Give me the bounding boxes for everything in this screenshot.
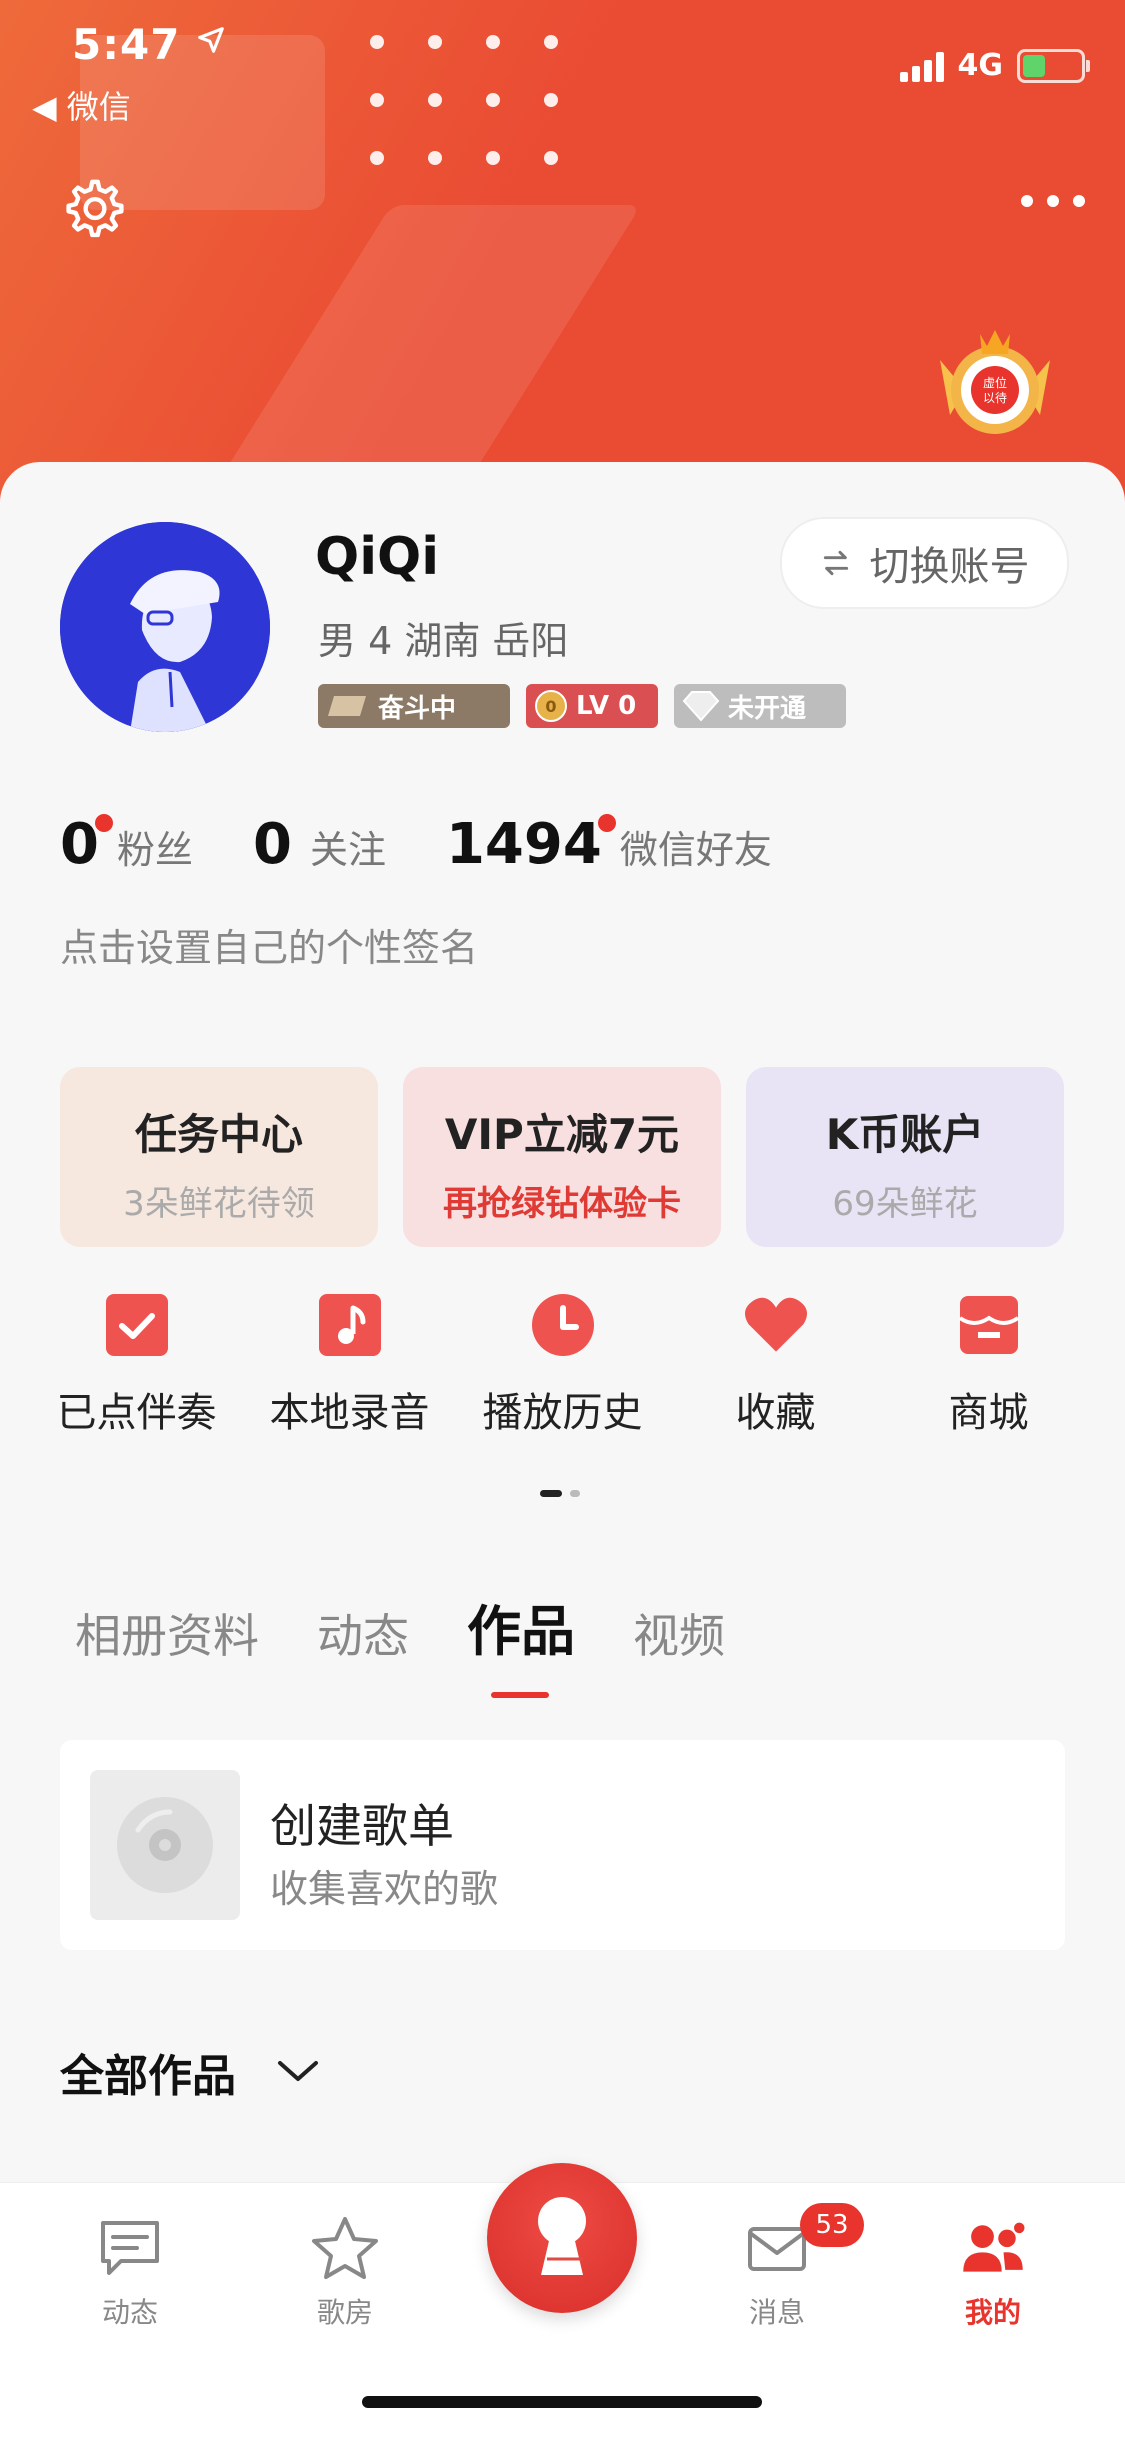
fans-red-dot [94, 814, 113, 832]
fans-label[interactable]: 粉丝 [117, 819, 193, 874]
swap-arrows-icon [823, 550, 848, 576]
svg-text:0: 0 [545, 697, 556, 716]
network-type: 4G [957, 48, 1004, 83]
nav-rooms[interactable]: 歌房 [270, 2213, 420, 2331]
battery-icon [1017, 48, 1090, 83]
quick-item-local-recording[interactable]: 本地录音 [243, 1292, 456, 1438]
playlist-subtitle: 收集喜欢的歌 [270, 1867, 499, 1911]
kcoin-account-card[interactable]: K币账户 69朵鲜花 [746, 1067, 1064, 1247]
quick-item-favorites[interactable]: 收藏 [669, 1292, 882, 1438]
store-icon [958, 1296, 1019, 1354]
page-indicator [540, 1490, 580, 1497]
star-icon [312, 2217, 378, 2279]
music-note-icon [318, 1294, 381, 1356]
all-works-dropdown[interactable]: 全部作品 [60, 2040, 320, 2104]
chevron-down-icon [278, 2061, 318, 2081]
promo-title: 任务中心 [134, 1110, 303, 1159]
promo-subtitle: 69朵鲜花 [832, 1184, 978, 1224]
settings-gear-icon[interactable] [62, 175, 128, 241]
badge-text-line2: 以待 [983, 391, 1007, 405]
badge-text-line1: 虚位 [983, 375, 1007, 390]
status-indicators: 4G [899, 48, 1090, 83]
username: QiQi [315, 527, 440, 587]
friends-label[interactable]: 微信好友 [620, 819, 772, 874]
promo-title: VIP立减7元 [444, 1110, 680, 1159]
friends-count[interactable]: 1494 [446, 812, 616, 877]
diamond-icon [682, 691, 720, 722]
user-info: 男 4 湖南 岳阳 [318, 619, 569, 663]
tab-works[interactable]: 作品 [467, 1587, 575, 1698]
vip-tag[interactable]: 未开通 [674, 684, 846, 728]
nav-feed[interactable]: 动态 [55, 2213, 205, 2331]
avatar[interactable] [60, 522, 270, 732]
clock-icon [531, 1294, 594, 1356]
profile-card: QiQi 男 4 湖南 岳阳 切换账号 奋斗中 0 LV 0 未开通 0 粉丝 … [0, 462, 1125, 2182]
friends-red-dot [597, 814, 616, 832]
home-indicator[interactable] [362, 2396, 762, 2408]
people-icon [963, 2220, 1027, 2272]
heart-icon [744, 1297, 807, 1352]
crown-badge-icon[interactable]: 虚位 以待 [930, 320, 1060, 440]
follow-label[interactable]: 关注 [310, 819, 386, 874]
profile-tabs: 相册资料 动态 作品 视频 [75, 1587, 725, 1698]
profile-header: 5:47 ◀ 微信 4G 虚位 以待 [0, 0, 1125, 520]
signature-prompt[interactable]: 点击设置自己的个性签名 [60, 917, 478, 972]
coin-icon: 0 [535, 690, 567, 722]
back-to-wechat[interactable]: ◀ 微信 [32, 82, 131, 128]
fans-count[interactable]: 0 [60, 812, 113, 877]
user-tags: 奋斗中 0 LV 0 未开通 [318, 684, 846, 728]
quick-actions: 已点伴奏 本地录音 播放历史 收藏 商城 [0, 1292, 1125, 1438]
task-center-card[interactable]: 任务中心 3朵鲜花待领 [60, 1067, 378, 1247]
disc-icon [117, 1797, 213, 1893]
back-triangle-icon: ◀ [32, 88, 57, 126]
promo-subtitle: 3朵鲜花待领 [123, 1184, 315, 1224]
follow-count[interactable]: 0 [253, 812, 292, 877]
promo-title: K币账户 [825, 1110, 985, 1159]
stats-row: 0 粉丝 0 关注 1494 微信好友 [60, 812, 832, 877]
status-time: 5:47 [72, 20, 226, 69]
checklist-icon [105, 1294, 168, 1356]
playlist-cover [90, 1770, 240, 1920]
create-playlist-item[interactable]: 创建歌单 收集喜欢的歌 [60, 1740, 1065, 1950]
playlist-title: 创建歌单 [270, 1799, 454, 1853]
quick-item-accompaniment[interactable]: 已点伴奏 [30, 1292, 243, 1438]
vip-discount-card[interactable]: VIP立减7元 再抢绿钻体验卡 [403, 1067, 721, 1247]
location-arrow-icon [198, 27, 224, 53]
message-icon [101, 2221, 159, 2275]
quick-item-store[interactable]: 商城 [882, 1292, 1095, 1438]
avatar-portrait-icon [60, 522, 270, 732]
promo-subtitle: 再抢绿钻体验卡 [443, 1184, 681, 1224]
quick-item-play-history[interactable]: 播放历史 [456, 1292, 669, 1438]
signal-icon [899, 50, 944, 82]
header-dots [370, 35, 570, 165]
book-icon [328, 696, 366, 716]
record-button[interactable] [487, 2163, 637, 2313]
tab-album[interactable]: 相册资料 [75, 1600, 259, 1666]
tab-feed[interactable]: 动态 [317, 1600, 409, 1666]
message-count-badge: 53 [800, 2203, 864, 2247]
microphone-icon [538, 2197, 586, 2275]
more-options-icon[interactable] [1021, 195, 1085, 207]
tab-video[interactable]: 视频 [633, 1600, 725, 1666]
nav-me[interactable]: 我的 [918, 2213, 1068, 2331]
switch-account-button[interactable]: 切换账号 [780, 517, 1069, 609]
struggle-tag[interactable]: 奋斗中 [318, 684, 510, 728]
level-tag[interactable]: 0 LV 0 [526, 684, 658, 728]
